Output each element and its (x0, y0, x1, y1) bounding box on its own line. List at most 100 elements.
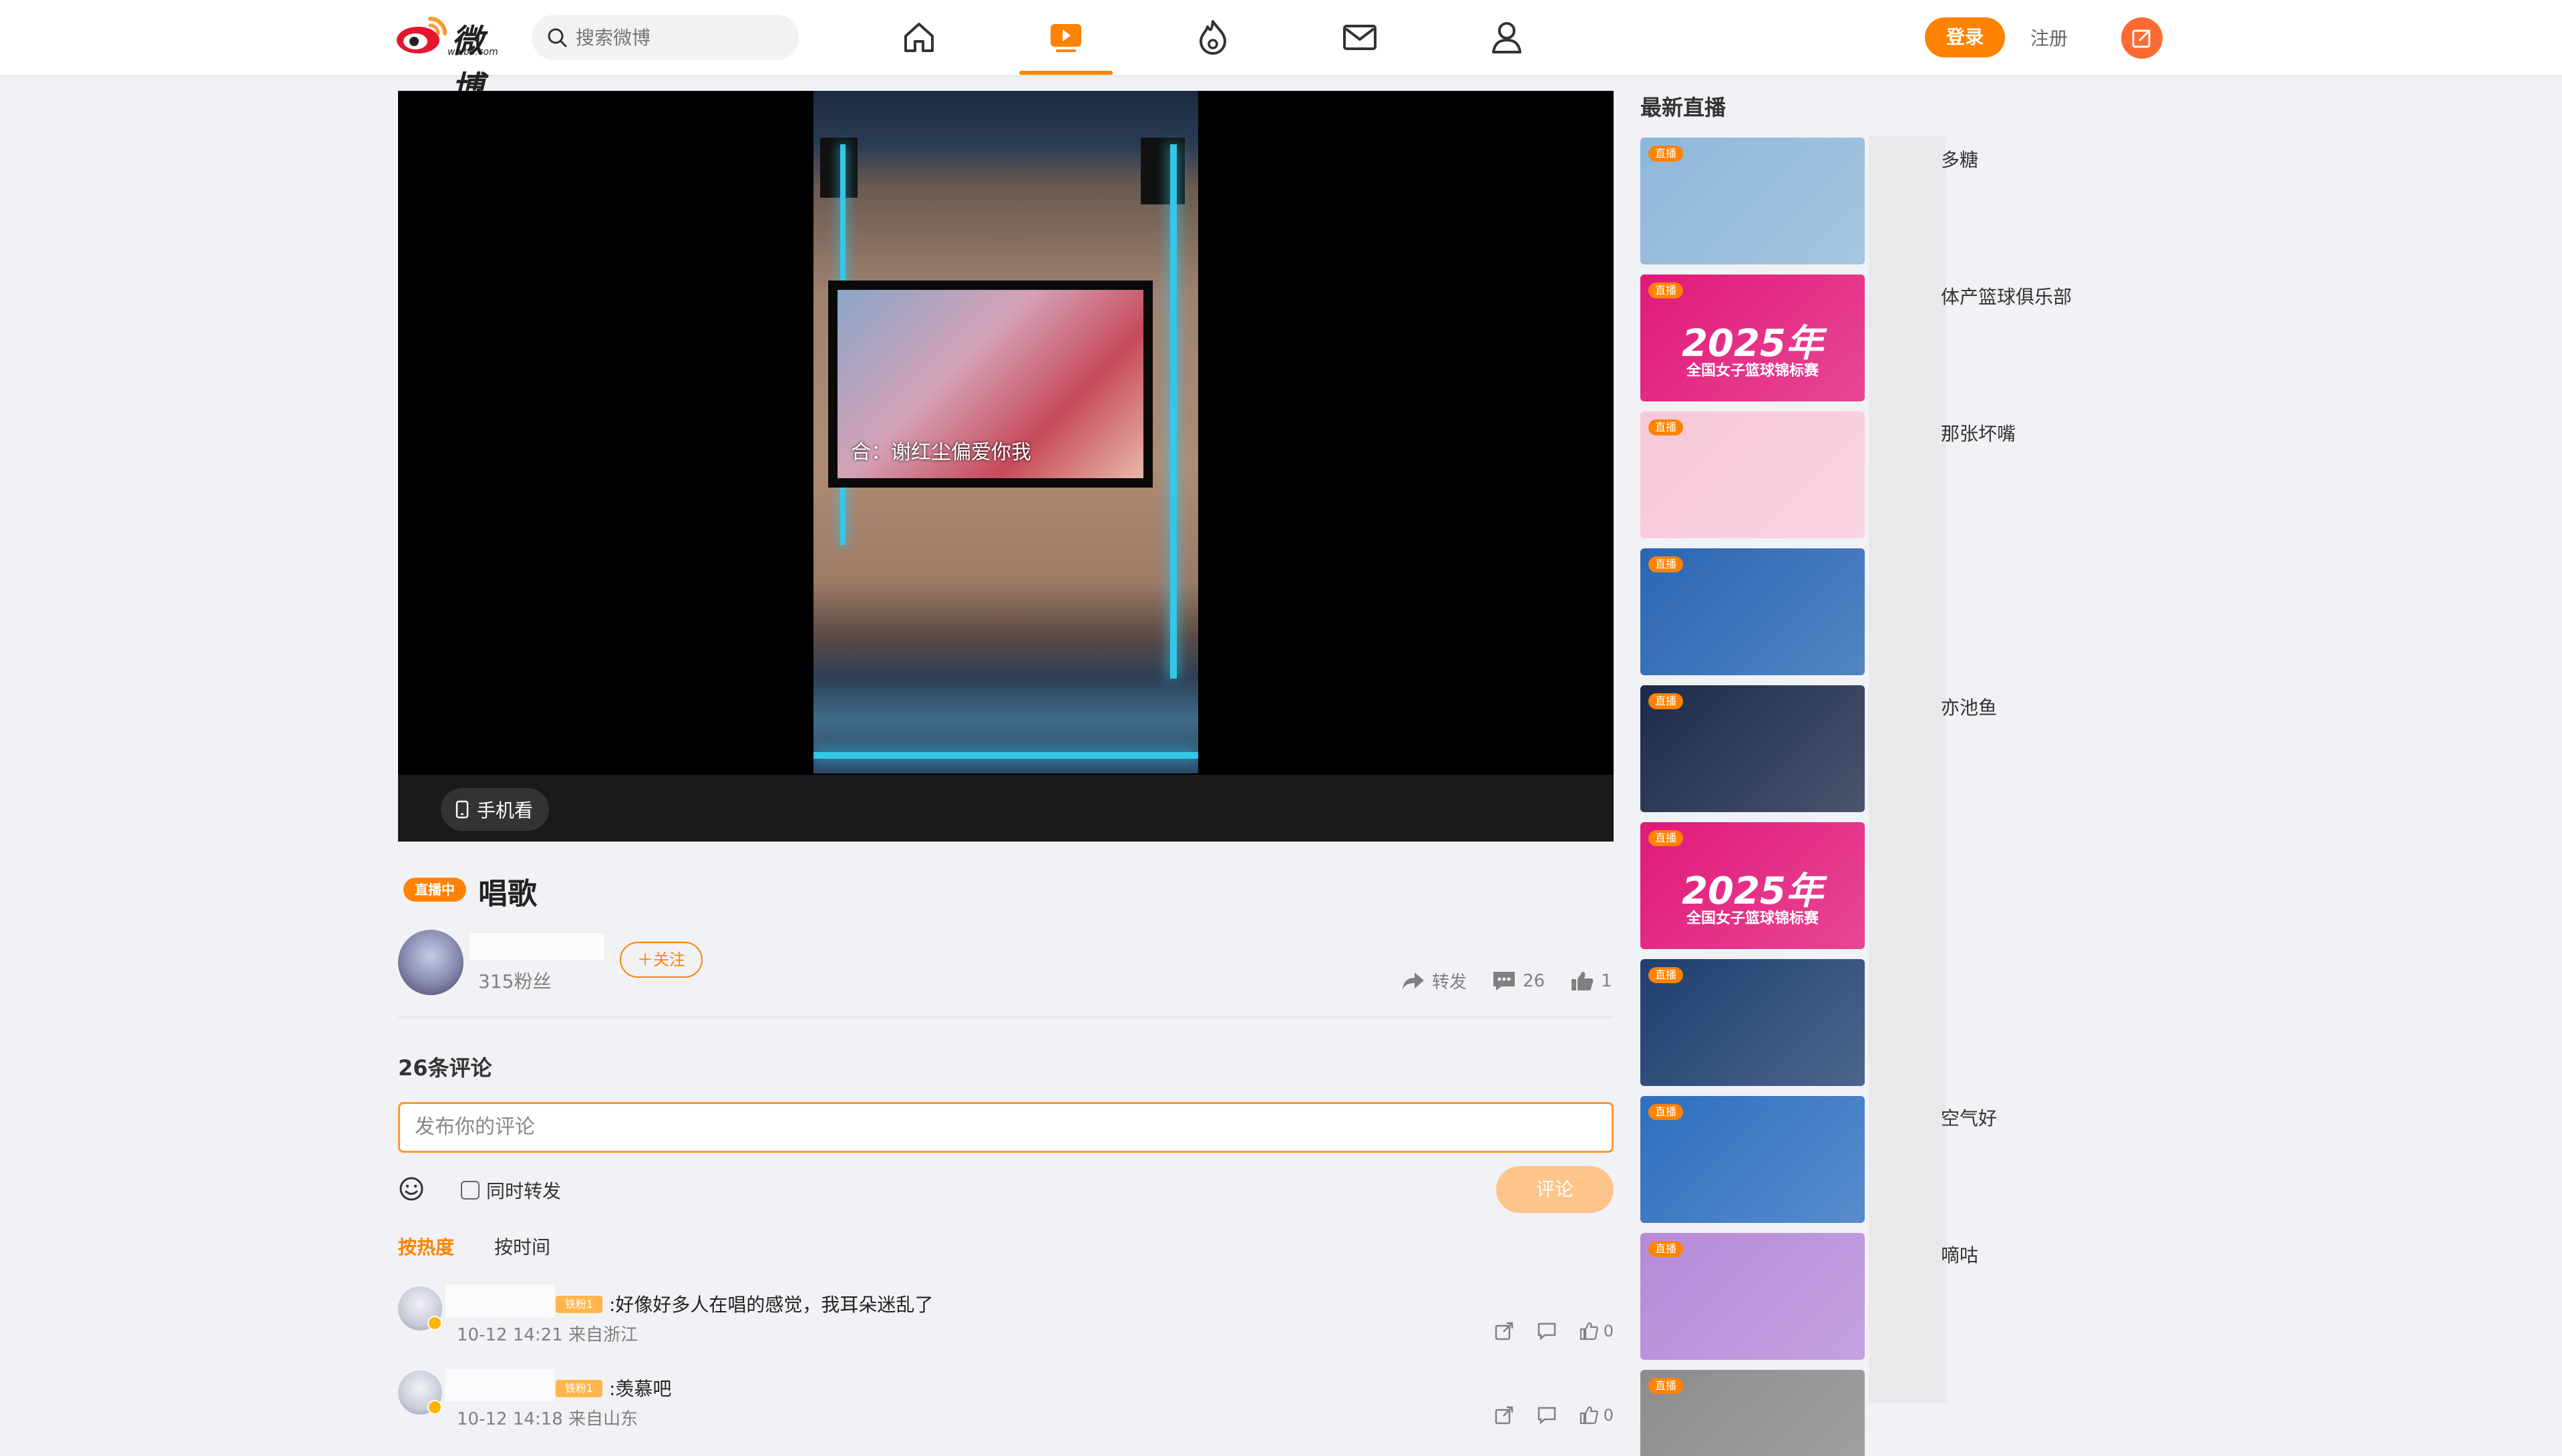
weibo-logo-icon (397, 17, 447, 53)
live-tag: 直播 (1648, 1378, 1684, 1394)
search-icon (548, 28, 567, 47)
nav-messages[interactable] (1338, 16, 1381, 59)
edit-icon (2132, 29, 2151, 48)
live-card-title[interactable]: 体产篮球俱乐部 (1941, 283, 2072, 309)
live-card-title[interactable]: 嘀咕 (1941, 1241, 1978, 1268)
smiley-icon (399, 1177, 423, 1201)
host-name-redacted (469, 932, 605, 960)
login-button[interactable]: 登录 (1925, 17, 2005, 57)
live-card-title[interactable]: 空气好 (1941, 1104, 1997, 1131)
comments-header: 26条评论 (398, 1055, 492, 1081)
weibo-logo[interactable]: 微博 weibo.com (394, 15, 514, 107)
live-card[interactable]: 直播 2025年 全国女子篮球锦标赛 (1640, 822, 1865, 949)
verified-badge-icon (427, 1316, 442, 1330)
thumbs-up-icon (1572, 971, 1594, 990)
comment-like-count: 0 (1603, 1406, 1614, 1425)
comment-text: :羡慕吧 (609, 1378, 672, 1400)
comment-actions: 0 (1494, 1405, 1614, 1425)
live-card-title[interactable]: 亦池鱼 (1941, 693, 1997, 720)
comment-icon (1493, 971, 1515, 990)
live-tag: 直播 (1648, 693, 1684, 709)
comment-count-button[interactable]: 26 (1492, 968, 1545, 993)
card-subheadline: 全国女子篮球锦标赛 (1686, 910, 1819, 927)
comment-item: 铁粉1 :好像好多人在唱的感觉，我耳朵迷乱了 10-12 14:21 来自浙江 … (398, 1284, 1614, 1350)
live-title: 唱歌 (478, 877, 537, 911)
video-frame: 合：谢红尘偏爱你我 (813, 91, 1198, 773)
karaoke-lyrics: 合：谢红尘偏爱你我 (851, 441, 1031, 464)
share-arrow-icon (1403, 972, 1424, 990)
host-fans-count: 315粉丝 (478, 970, 552, 992)
live-status-badge: 直播中 (403, 878, 466, 902)
repost-checkbox-label: 同时转发 (486, 1180, 562, 1202)
commenter-name-redacted (445, 1284, 556, 1318)
submit-comment-button[interactable]: 评论 (1496, 1166, 1614, 1213)
reply-icon[interactable] (1537, 1321, 1557, 1341)
emoji-button[interactable] (398, 1175, 425, 1205)
live-card[interactable]: 直播 (1640, 1370, 1865, 1456)
comment-meta: 10-12 14:21 来自浙江 (457, 1325, 638, 1345)
logo-subtext: weibo.com (447, 47, 498, 57)
flame-icon (1200, 20, 1226, 55)
post-actions: 转发 26 1 (1401, 968, 1612, 993)
comment-like-button[interactable]: 0 (1580, 1406, 1614, 1425)
home-icon (904, 23, 934, 52)
live-tag: 直播 (1648, 967, 1684, 983)
live-card[interactable]: 直播 (1640, 411, 1865, 538)
compose-button[interactable] (2121, 17, 2163, 59)
player-control-bar: 手机看 (398, 775, 1614, 842)
comment-meta: 10-12 14:18 来自山东 (457, 1409, 638, 1429)
live-card[interactable]: 直播 (1640, 138, 1865, 264)
nav-profile[interactable] (1485, 16, 1528, 59)
live-card-title[interactable]: 多糖 (1941, 146, 1978, 172)
nav-hot[interactable] (1192, 16, 1234, 59)
comment-like-button[interactable]: 0 (1580, 1322, 1614, 1340)
live-card[interactable]: 直播 (1640, 959, 1865, 1086)
sort-by-hot-tab[interactable]: 按热度 (398, 1233, 454, 1260)
live-tag: 直播 (1648, 1241, 1684, 1257)
search-input[interactable] (576, 15, 789, 60)
sidebar-text-redacted (1869, 136, 1946, 1403)
share-icon[interactable] (1494, 1405, 1514, 1425)
reply-icon[interactable] (1537, 1405, 1557, 1425)
nav-video[interactable] (1045, 16, 1087, 59)
nav-home[interactable] (898, 16, 940, 59)
video-light-strip (1170, 144, 1177, 679)
mobile-watch-button[interactable]: 手机看 (441, 788, 550, 831)
live-card[interactable]: 直播 (1640, 1233, 1865, 1360)
comment-item: 铁粉1 :羡慕吧 10-12 14:18 来自山东 0 (398, 1368, 1614, 1435)
live-card[interactable]: 直播 (1640, 548, 1865, 675)
live-card[interactable]: 直播 (1640, 685, 1865, 812)
register-link[interactable]: 注册 (2030, 24, 2068, 51)
live-tag: 直播 (1648, 1104, 1684, 1120)
live-tag: 直播 (1648, 283, 1684, 299)
top-navigation-bar: 微博 weibo.com 搜索微博 登录 注册 (0, 0, 2562, 107)
comment-actions: 0 (1494, 1321, 1614, 1341)
follow-button[interactable]: ＋关注 (620, 942, 703, 978)
live-card-title[interactable]: 那张坏嘴 (1941, 419, 2016, 446)
video-floor-light (813, 752, 1198, 759)
repost-label: 转发 (1432, 972, 1467, 992)
comment-like-count: 0 (1603, 1322, 1614, 1340)
repost-button[interactable]: 转发 (1401, 968, 1467, 993)
checkbox-box[interactable] (461, 1181, 480, 1200)
commenter-name-redacted (445, 1368, 556, 1403)
user-icon (1492, 22, 1521, 53)
live-card[interactable]: 直播 2025年 全国女子篮球锦标赛 (1640, 275, 1865, 401)
thumbs-up-icon (1580, 1406, 1598, 1425)
like-button[interactable]: 1 (1570, 968, 1612, 993)
comment-input[interactable]: 发布你的评论 (398, 1102, 1614, 1153)
live-card[interactable]: 直播 (1640, 1096, 1865, 1223)
video-speaker-left (820, 138, 858, 198)
verified-badge-icon (427, 1400, 442, 1415)
repost-checkbox[interactable]: 同时转发 (461, 1177, 561, 1204)
sort-by-time-tab[interactable]: 按时间 (494, 1233, 550, 1260)
share-icon[interactable] (1494, 1321, 1514, 1341)
host-avatar[interactable] (398, 930, 464, 995)
mail-icon (1343, 25, 1377, 50)
thumbs-up-icon (1580, 1322, 1598, 1340)
video-player[interactable]: 合：谢红尘偏爱你我 手机看 (398, 91, 1614, 842)
phone-icon (455, 800, 469, 819)
video-play-icon (1051, 24, 1081, 52)
search-box[interactable] (532, 15, 799, 60)
live-tag: 直播 (1648, 830, 1684, 846)
